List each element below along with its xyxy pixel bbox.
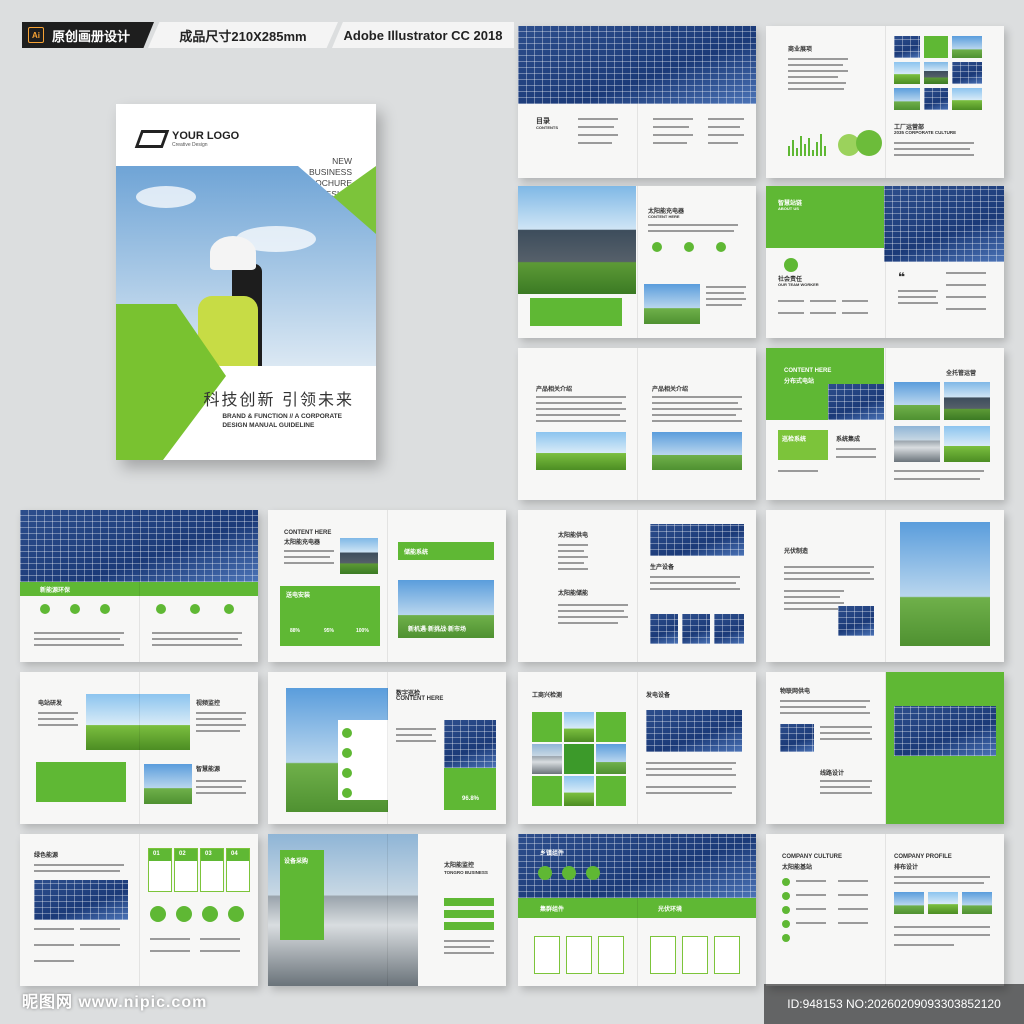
stat-value: 95% xyxy=(324,628,335,634)
cover-slogan: 科技创新 引领未来 xyxy=(203,392,354,409)
logo-subtitle: Creative Design xyxy=(172,141,208,148)
cover-title-line: BUSINESS xyxy=(309,167,352,177)
badge2-label: 成品尺寸210X285mm xyxy=(179,28,307,44)
logo-mark-icon xyxy=(134,130,170,148)
header-badges: Ai 原创画册设计 成品尺寸210X285mm Adobe Illustrato… xyxy=(0,22,520,48)
stat-value: 96.8% xyxy=(462,796,480,802)
spread-title: COMPANY PROFILE xyxy=(894,854,952,860)
spread-new-energy: 新能源环保 xyxy=(20,510,258,662)
spread-title: COMPANY CULTURE xyxy=(782,854,842,860)
contents-subtitle: CONTENTS xyxy=(536,125,558,130)
spread-title: CONTENT HERE xyxy=(284,530,332,536)
spread-iot-power: 物联网供电 线路设计 xyxy=(766,672,1004,824)
step-number: 01 xyxy=(153,851,160,857)
badge-software: Adobe Illustrator CC 2018 xyxy=(332,22,514,48)
spread-title: 生产设备 xyxy=(650,565,675,571)
badge1-label: 原创画册设计 xyxy=(52,28,131,44)
spread-title: 光伏环境 xyxy=(658,907,683,913)
wind-turbine-photo xyxy=(536,432,626,470)
cover-title-line: NEW xyxy=(332,156,352,166)
spread-title: 系统集成 xyxy=(836,437,861,443)
spread-company-culture: COMPANY CULTURE 太阳能基站 COMPANY PROFILE 排布… xyxy=(766,834,1004,986)
spread-title: 乡镇组件 xyxy=(540,851,565,857)
spread-components: 乡镇组件 集群组件 光伏环境 xyxy=(518,834,756,986)
house-photo xyxy=(518,186,636,294)
spread-title: 太阳能监控 xyxy=(444,863,475,869)
spread-subtitle: OUR TEAM WORKER xyxy=(778,282,819,287)
spread-contents: 目录 CONTENTS xyxy=(518,26,756,178)
spread-title: 线路设计 xyxy=(820,771,845,777)
spread-about: 智慧站链 ABOUT US 社会责任 OUR TEAM WORKER ❝ xyxy=(766,186,1004,338)
spread-title: 新能源环保 xyxy=(40,588,71,594)
spread-title: CONTENT HERE xyxy=(784,368,832,374)
spread-power-supply: 太阳能供电 太阳能储能 生产设备 xyxy=(518,510,756,662)
spread-subtitle: CONTENT HERE xyxy=(396,696,444,702)
spread-subtitle: 太阳能基站 xyxy=(782,865,813,871)
badge-size: 成品尺寸210X285mm xyxy=(148,22,338,48)
illustrator-icon: Ai xyxy=(28,27,44,43)
spread-title: 电站研发 xyxy=(38,701,63,707)
spread-green-energy: 绿色能源 01 02 03 04 xyxy=(20,834,258,986)
spread-title: 送电安装 xyxy=(286,593,311,599)
spread-title: 集群组件 xyxy=(540,907,565,913)
spread-business: 商业展项 工厂运营部 2035 CORPORATE CULTURE xyxy=(766,26,1004,178)
image-id-bar: ID:948153 NO:20260209093303852120 xyxy=(764,984,1024,1024)
stat-value: 88% xyxy=(290,628,301,634)
logo-title: YOUR LOGO xyxy=(172,129,240,142)
spread-title: 全托管运营 xyxy=(946,371,977,377)
spread-solar-charger: 太阳能充电器 CONTENT HERE xyxy=(518,186,756,338)
spread-pv-manufacture: 光伏制造 xyxy=(766,510,1004,662)
spread-title: 绿色能源 xyxy=(34,853,59,859)
cover-subtitle-line: BRAND & FUNCTION // A CORPORATE xyxy=(222,413,342,420)
spread-subtitle: 分布式电站 xyxy=(784,379,815,385)
spread-title: 太阳能供电 xyxy=(558,533,589,539)
spread-inspection-business: 工商兴检测 发电设备 xyxy=(518,672,756,824)
solar-turbine-photo xyxy=(20,510,258,582)
spread-digital-inspection: 数字巡检 CONTENT HERE 96.8% xyxy=(268,672,506,824)
solar-field-photo xyxy=(900,522,990,646)
badge3-label: Adobe Illustrator CC 2018 xyxy=(343,27,503,43)
solar-panel-photo xyxy=(518,26,756,104)
watermark: 昵图网 www.nipic.com xyxy=(22,994,208,1011)
spread-title: 商业展项 xyxy=(788,47,813,53)
cover-subtitle: BRAND & FUNCTION // A CORPORATE DESIGN M… xyxy=(222,412,342,430)
spread-title: 视频监控 xyxy=(196,701,221,707)
stat-value: 100% xyxy=(356,628,369,634)
spread-storage: CONTENT HERE 太阳能充电器 送电安装 88% 95% 100% 储能… xyxy=(268,510,506,662)
spread-title: 储能系统 xyxy=(404,550,429,556)
spread-subtitle: 太阳能充电器 xyxy=(284,540,321,546)
mini-bar-chart xyxy=(788,134,826,156)
spread-title: 太阳能储能 xyxy=(558,591,589,597)
step-number: 04 xyxy=(231,851,238,857)
logo: YOUR LOGO Creative Design xyxy=(134,129,240,148)
spread-title: 巡检系统 xyxy=(782,437,807,443)
step-number: 03 xyxy=(205,851,212,857)
spread-station-rd: 电站研发 视频监控 智慧能源 xyxy=(20,672,258,824)
brochure-cover: YOUR LOGO Creative Design NEW BUSINESS B… xyxy=(116,104,376,460)
spread-distributed: CONTENT HERE 分布式电站 巡检系统 系统集成 全托管运营 xyxy=(766,348,1004,500)
spread-subtitle: ABOUT US xyxy=(778,206,799,211)
spread-products: 产品相关介绍 产品相关介绍 xyxy=(518,348,756,500)
spread-title: 产品相关介绍 xyxy=(536,387,573,393)
spread-title: 新机遇·新挑战·新市场 xyxy=(408,627,466,633)
spread-title: 物联网供电 xyxy=(780,689,811,695)
spread-subtitle: 2035 CORPORATE CULTURE xyxy=(894,130,957,135)
spread-title: 设备采购 xyxy=(284,859,309,865)
spread-subtitle: TONGRO BUSINESS xyxy=(444,870,488,875)
spread-title: 光伏制造 xyxy=(784,549,809,555)
spread-title: 产品相关介绍 xyxy=(652,387,689,393)
quote-icon: ❝ xyxy=(898,270,906,284)
helmet-icon xyxy=(210,236,256,270)
spread-title: 工商兴检测 xyxy=(532,693,563,699)
badge-original-design: Ai 原创画册设计 xyxy=(22,22,154,48)
spread-subtitle: CONTENT HERE xyxy=(648,214,680,219)
spread-subtitle: 排布设计 xyxy=(894,865,919,871)
step-number: 02 xyxy=(179,851,186,857)
spread-equipment: 设备采购 太阳能监控 TONGRO BUSINESS xyxy=(268,834,506,986)
spread-title: 发电设备 xyxy=(646,693,671,699)
spread-title: 智慧能源 xyxy=(196,767,221,773)
cover-subtitle-line: DESIGN MANUAL GUIDELINE xyxy=(222,422,315,429)
